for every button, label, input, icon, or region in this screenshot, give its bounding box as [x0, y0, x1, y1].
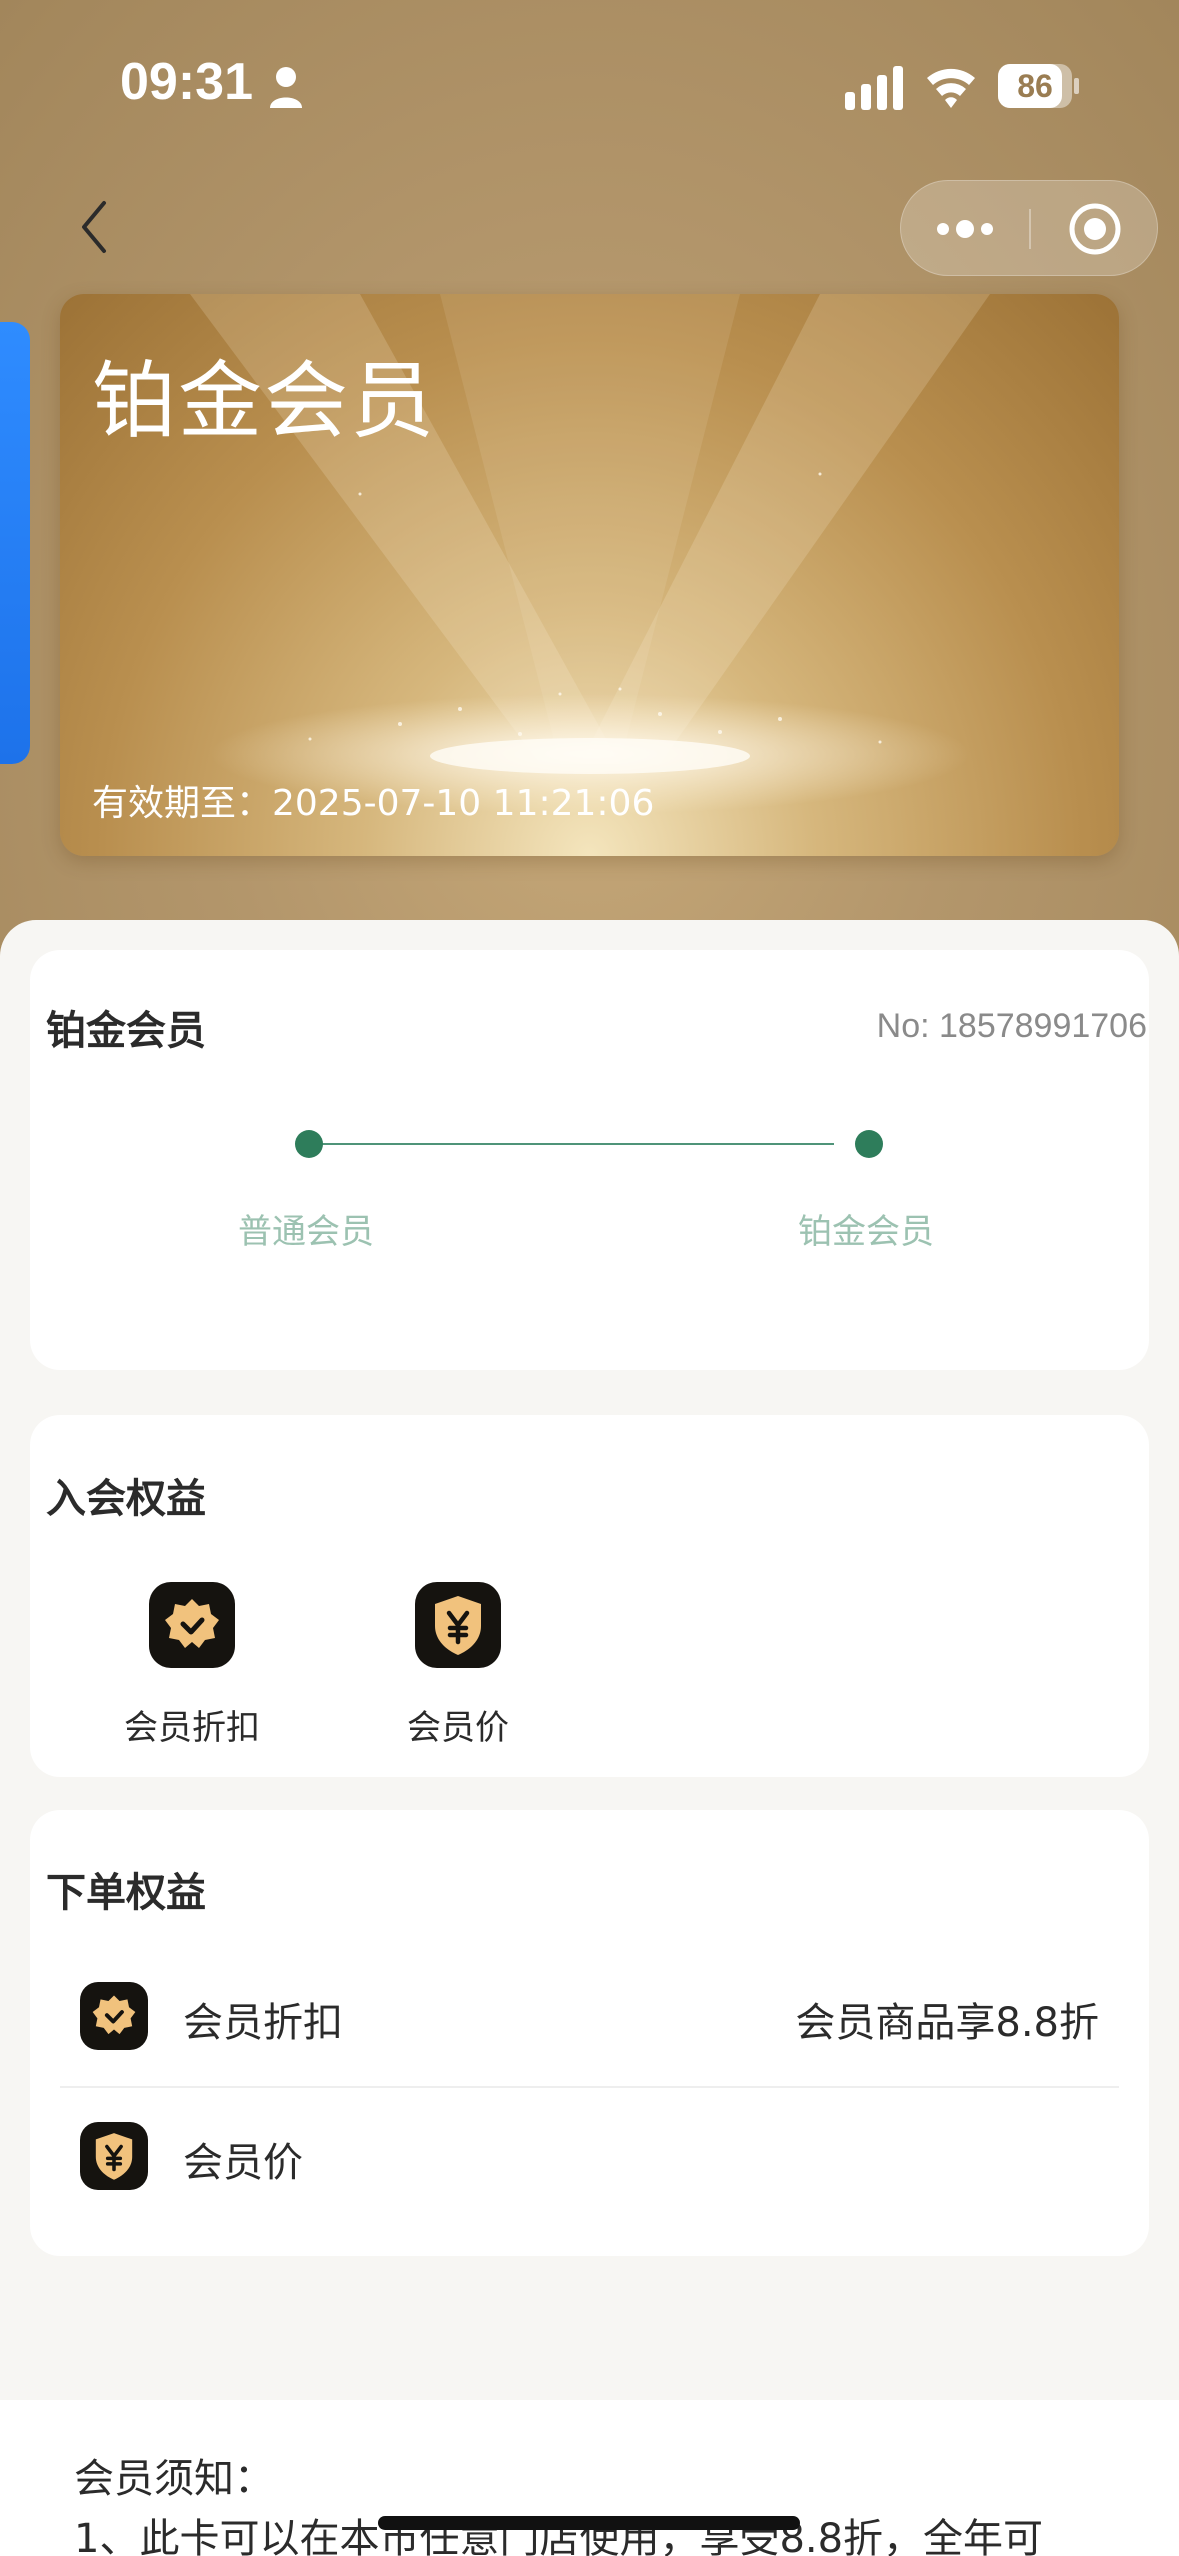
back-icon[interactable] [70, 195, 120, 259]
join-benefit-label-discount: 会员折扣 [124, 1708, 260, 1748]
order-benefit-label-price: 会员价 [183, 2140, 303, 2186]
home-indicator[interactable] [378, 2516, 800, 2530]
level-progress-line [312, 1143, 834, 1145]
more-dots-icon[interactable] [901, 181, 1029, 277]
level-label-basic: 普通会员 [238, 1212, 374, 1252]
battery-indicator: 86 [998, 64, 1079, 108]
member-number: No: 18578991706 [876, 1007, 1147, 1045]
discount-badge-glyph [165, 1599, 219, 1648]
level-dot-basic [295, 1130, 323, 1158]
discount-badge-icon[interactable] [149, 1582, 235, 1668]
status-time: 09:31 [120, 53, 253, 111]
status-bar: 09:31 86 [0, 0, 1179, 170]
battery-text: 86 [1017, 68, 1053, 104]
notice-title: 会员须知： [74, 2456, 274, 2502]
discount-badge-icon [80, 1982, 148, 2050]
price-shield-icon [80, 2122, 148, 2190]
join-benefit-label-price: 会员价 [407, 1708, 509, 1748]
battery-cap [1074, 78, 1079, 94]
mini-program-capsule [900, 180, 1158, 276]
price-shield-icon[interactable] [415, 1582, 501, 1668]
level-label-platinum: 铂金会员 [798, 1212, 934, 1252]
notice-line-1: 1、此卡可以在本市任意门店使用，享受8.8折，全年可 [74, 2516, 1044, 2556]
member-card: 铂金会员 有效期至：2025-07-10 11:21:06 [60, 294, 1119, 856]
side-floating-tab[interactable] [0, 322, 30, 764]
person-icon [270, 67, 302, 108]
level-panel-title: 铂金会员 [46, 1008, 206, 1054]
order-benefit-value-discount: 会员商品享8.8折 [795, 2000, 1099, 2046]
target-circle-icon[interactable] [1031, 181, 1159, 277]
order-benefit-label-discount: 会员折扣 [183, 2000, 343, 2046]
card-title: 铂金会员 [92, 352, 437, 450]
discount-badge-glyph [92, 1995, 136, 2035]
join-benefits-title: 入会权益 [46, 1476, 206, 1522]
level-dot-platinum [855, 1130, 883, 1158]
card-expiry: 有效期至：2025-07-10 11:21:06 [92, 783, 655, 824]
wifi-icon [927, 68, 975, 108]
price-shield-glyph [95, 2133, 133, 2180]
signal-icon [845, 66, 903, 110]
price-shield-glyph [435, 1596, 481, 1655]
order-benefits-title: 下单权益 [46, 1870, 206, 1916]
row-divider [60, 2086, 1119, 2088]
